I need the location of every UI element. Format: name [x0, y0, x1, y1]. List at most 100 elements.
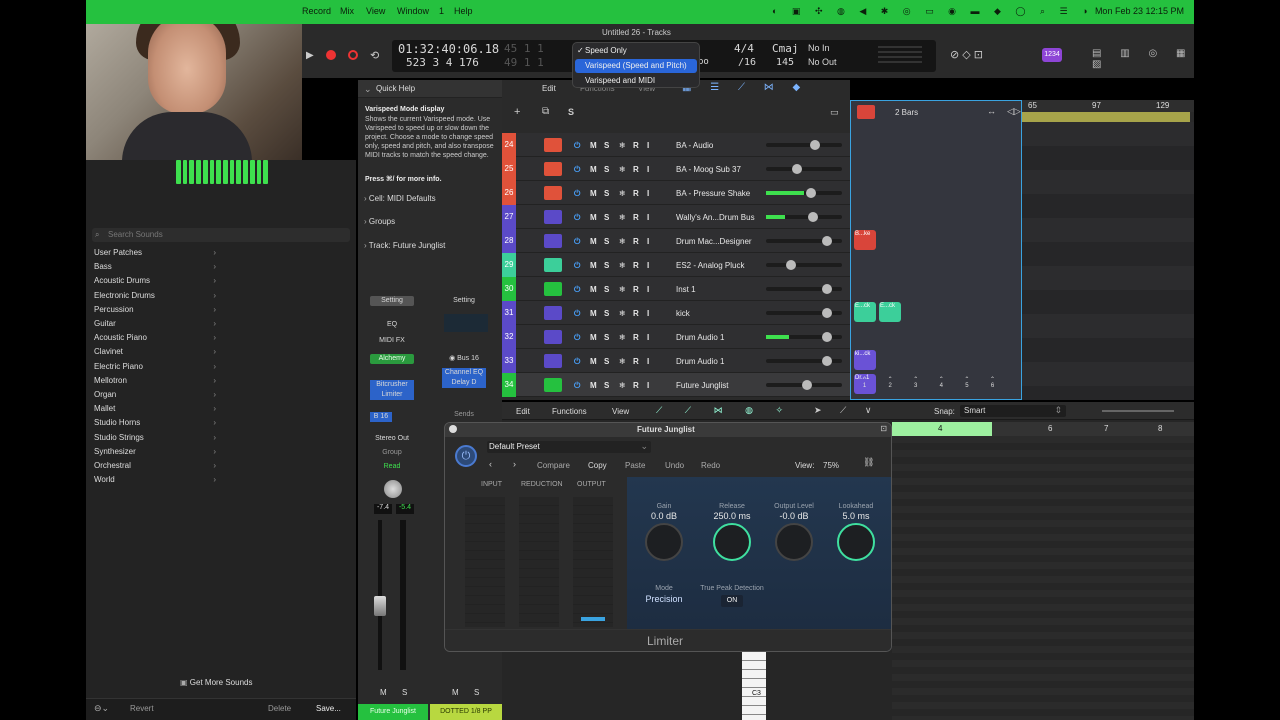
track-power-icon[interactable]: ⏻: [574, 165, 580, 175]
track-fader-thumb[interactable]: [822, 236, 832, 246]
volume-fader-thumb[interactable]: [374, 596, 386, 616]
cycle-icon[interactable]: ⟲: [370, 49, 379, 62]
track-solo-button[interactable]: S: [604, 213, 609, 222]
track-record-button[interactable]: R: [633, 165, 639, 174]
library-item[interactable]: Acoustic Piano ›: [94, 331, 218, 345]
track-input-monitor-button[interactable]: I: [647, 165, 649, 174]
editor-zoom-slider[interactable]: [1102, 410, 1174, 412]
track-volume-fader[interactable]: [766, 167, 842, 171]
track-name[interactable]: Drum Mac...Designer: [676, 237, 752, 246]
preset-next-button[interactable]: ›: [513, 459, 516, 469]
strip-name-future-junglist[interactable]: Future Junglist: [358, 704, 428, 720]
track-power-icon[interactable]: ⏻: [574, 285, 580, 295]
grid-quantize-value[interactable]: 2 Bars: [895, 108, 918, 117]
track-fader-thumb[interactable]: [802, 380, 812, 390]
track-row[interactable]: 31 ⏻ M S ❄ R Ikick: [502, 301, 850, 325]
piano-keyboard[interactable]: [742, 652, 766, 720]
revert-button[interactable]: Revert: [130, 704, 154, 713]
view-link-icon[interactable]: ⛓: [863, 457, 874, 468]
track-input-monitor-button[interactable]: I: [647, 141, 649, 150]
library-item[interactable]: Electronic Drums ›: [94, 289, 218, 303]
track-row[interactable]: 32 ⏻ M S ❄ R I Drum Audio 1: [502, 325, 850, 349]
grid-separator-icon[interactable]: ◁▷: [1007, 106, 1021, 117]
track-solo-button[interactable]: S: [604, 285, 609, 294]
track-power-icon[interactable]: ⏻: [574, 237, 580, 247]
live-loop-cell[interactable]: B...ke: [854, 230, 876, 250]
track-record-button[interactable]: R: [633, 237, 639, 246]
track-power-icon[interactable]: ⏻: [574, 381, 580, 391]
track-row[interactable]: 29 ⏻ M S ❄ R I ES2 - Analog Pluck: [502, 253, 850, 277]
track-fader-thumb[interactable]: [806, 188, 816, 198]
track-input-monitor-button[interactable]: I: [647, 189, 649, 198]
library-item[interactable]: User Patches ›: [94, 246, 218, 260]
track-name[interactable]: ES2 - Analog Pluck: [676, 261, 744, 270]
library-item[interactable]: Studio Horns ›: [94, 416, 218, 430]
library-item[interactable]: Guitar ›: [94, 317, 218, 331]
track-mute-button[interactable]: M: [590, 333, 597, 342]
track-disclosure[interactable]: › Track: Future Junglist: [364, 241, 445, 250]
track-mute-button[interactable]: M: [590, 357, 597, 366]
menu-help[interactable]: Help: [454, 6, 473, 16]
track-freeze-icon[interactable]: ❄: [619, 213, 626, 222]
track-row[interactable]: 33 ⏻ M S ❄ R I Drum Audio 1: [502, 349, 850, 373]
library-item[interactable]: Synthesizer ›: [94, 445, 218, 459]
track-power-icon[interactable]: ⏻: [574, 357, 580, 367]
track-freeze-icon[interactable]: ❄: [619, 309, 626, 318]
track-record-button[interactable]: R: [633, 285, 639, 294]
delete-button[interactable]: Delete: [268, 704, 291, 713]
track-fader-thumb[interactable]: [792, 164, 802, 174]
search-sounds-input[interactable]: ⌕ Search Sounds: [92, 228, 350, 242]
undo-button[interactable]: Undo: [665, 461, 684, 470]
toolbar-right-icons[interactable]: ▤ ▥ ◎ ▦ ▨: [1092, 48, 1194, 70]
editor-edit-menu[interactable]: Edit: [516, 407, 530, 416]
menu-1[interactable]: 1: [439, 6, 444, 16]
live-loop-cell[interactable]: ki...ck: [854, 350, 876, 370]
get-more-sounds-button[interactable]: ▣ Get More Sounds: [180, 678, 270, 692]
track-fader-thumb[interactable]: [786, 260, 796, 270]
library-item[interactable]: Electric Piano ›: [94, 360, 218, 374]
track-solo-button[interactable]: S: [604, 237, 609, 246]
track-name[interactable]: Drum Audio 1: [676, 357, 724, 366]
input-bus16[interactable]: ◉ Bus 16: [442, 354, 486, 364]
tracks-edit-menu[interactable]: Edit: [542, 84, 556, 93]
track-record-button[interactable]: R: [633, 309, 639, 318]
options-menu-icon[interactable]: ⊖⌄: [94, 703, 109, 714]
insert-limiter[interactable]: Limiter: [370, 390, 414, 400]
track-input-monitor-button[interactable]: I: [647, 237, 649, 246]
track-volume-fader[interactable]: [766, 191, 842, 195]
scene-trigger[interactable]: ⌃ 4: [939, 376, 944, 389]
track-freeze-icon[interactable]: ❄: [619, 237, 626, 246]
track-solo-button[interactable]: S: [604, 165, 609, 174]
track-row[interactable]: 34 ⏻ M S ❄ R I Future Junglist: [502, 373, 850, 397]
mute-button-2[interactable]: M: [452, 688, 459, 697]
eq-slot[interactable]: EQ: [370, 320, 414, 330]
menu-option-varispeed-speed-pitch[interactable]: Varispeed (Speed and Pitch): [575, 59, 697, 73]
track-name[interactable]: Drum Audio 1: [676, 333, 724, 342]
track-power-icon[interactable]: ⏻: [574, 189, 580, 199]
track-name[interactable]: BA - Audio: [676, 141, 713, 150]
track-mute-button[interactable]: M: [590, 381, 597, 390]
library-item[interactable]: Bass ›: [94, 260, 218, 274]
track-input-monitor-button[interactable]: I: [647, 261, 649, 270]
track-input-monitor-button[interactable]: I: [647, 309, 649, 318]
menu-mix[interactable]: Mix: [340, 6, 354, 16]
varispeed-mode-menu[interactable]: ✓ Speed Only Varispeed (Speed and Pitch) …: [572, 42, 700, 88]
track-mute-button[interactable]: M: [590, 309, 597, 318]
catch-icon[interactable]: ▭: [830, 107, 839, 118]
strip-name-dotted[interactable]: DOTTED 1/8 PP: [430, 704, 502, 720]
track-freeze-icon[interactable]: ❄: [619, 381, 626, 390]
true-peak-toggle[interactable]: ON: [721, 595, 743, 607]
scene-trigger[interactable]: ⌃ 6: [990, 376, 995, 389]
redo-button[interactable]: Redo: [701, 461, 720, 470]
track-solo-button[interactable]: S: [604, 333, 609, 342]
solo-button[interactable]: S: [402, 688, 407, 697]
track-volume-fader[interactable]: [766, 263, 842, 267]
count-in-button[interactable]: 1234: [1042, 48, 1062, 62]
capture-record-button[interactable]: [348, 50, 358, 60]
insert-channel-eq[interactable]: Channel EQ: [442, 368, 486, 378]
insert-delay-d[interactable]: Delay D: [442, 378, 486, 388]
output-level-knob[interactable]: [775, 523, 813, 561]
chevron-down-icon[interactable]: ⌄: [364, 84, 372, 95]
track-row[interactable]: 25 ⏻ M S ❄ R I BA - Moog Sub 37: [502, 157, 850, 181]
track-name[interactable]: Inst 1: [676, 285, 696, 294]
